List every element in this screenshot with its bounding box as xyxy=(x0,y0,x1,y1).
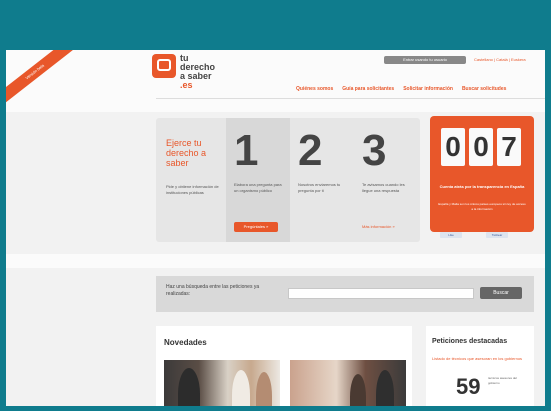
featured-requests: Peticiones destacadas Listado de técnico… xyxy=(426,326,534,406)
search-label: Haz una búsqueda entre las peticiones ya… xyxy=(166,284,260,297)
step-3: 3 Te avisamos cuando les llegue una resp… xyxy=(354,118,418,242)
featured-title: Peticiones destacadas xyxy=(432,338,508,345)
section-divider xyxy=(6,254,545,268)
step-1: 1 Elabora una pregunta para un organismo… xyxy=(226,118,290,242)
steps-title: Ejerce tu derecho a saber xyxy=(166,138,207,168)
countdown-digit: 7 xyxy=(497,128,521,166)
step-description: Te avisamos cuando les llegue una respue… xyxy=(362,182,405,193)
step-number: 1 xyxy=(234,126,259,175)
news-image[interactable] xyxy=(164,360,280,406)
main-nav: Quiénes somos Guía para solicitantes Sol… xyxy=(296,86,506,92)
countdown-subtext: España y Malta son los únicos países eur… xyxy=(438,202,526,211)
steps-panel: Ejerce tu derecho a saber Pide y obtiene… xyxy=(156,118,420,242)
featured-request-link[interactable]: Listado de técnicos que asesoran en los … xyxy=(432,356,528,362)
step-number: 2 xyxy=(298,126,323,175)
countdown-digit: 0 xyxy=(441,128,465,166)
steps-intro: Ejerce tu derecho a saber Pide y obtiene… xyxy=(166,138,220,196)
page-viewport: Versión beta tu derecho a saber .es Entr… xyxy=(6,50,545,406)
featured-count-label: técnicos asesores del gobierno xyxy=(488,376,517,385)
nav-item-request[interactable]: Solicitar información xyxy=(403,86,453,92)
login-button[interactable]: Entrar usando tu usuario xyxy=(384,56,466,64)
search-button[interactable]: Buscar xyxy=(480,287,522,299)
ask-button[interactable]: Pregúntales » xyxy=(234,222,278,232)
more-info-link[interactable]: Más información » xyxy=(362,222,395,232)
countdown-widget: 0 0 7 Cuenta atrás por la transparencia … xyxy=(430,116,534,232)
steps-intro-text: Pide y obtiene información de institucio… xyxy=(166,184,219,195)
language-links[interactable]: Castellano | Català | Euskera xyxy=(474,56,526,64)
beta-ribbon: Versión beta xyxy=(6,50,83,111)
facebook-like-button[interactable]: Like xyxy=(440,232,462,238)
window-top-bar xyxy=(0,0,551,50)
search-bar: Haz una búsqueda entre las peticiones ya… xyxy=(156,276,534,312)
site-header: Versión beta tu derecho a saber .es Entr… xyxy=(6,50,545,112)
news-image[interactable] xyxy=(290,360,406,406)
news-title: Novedades xyxy=(164,338,207,347)
countdown-label: Cuenta atrás por la transparencia en Esp… xyxy=(439,184,525,189)
nav-item-about[interactable]: Quiénes somos xyxy=(296,86,333,92)
logo-icon[interactable] xyxy=(152,54,176,78)
site-logo-text[interactable]: tu derecho a saber .es xyxy=(180,54,240,90)
step-description: Elabora una pregunta para un organismo p… xyxy=(234,182,282,193)
step-number: 3 xyxy=(362,126,387,175)
nav-item-search[interactable]: Buscar solicitudes xyxy=(462,86,506,92)
share-buttons: Like Twittear xyxy=(440,232,508,238)
countdown-digits: 0 0 7 xyxy=(441,128,521,166)
search-input[interactable] xyxy=(288,288,474,299)
nav-item-guide[interactable]: Guía para solicitantes xyxy=(342,86,394,92)
nav-divider xyxy=(156,98,545,99)
news-section: Novedades xyxy=(156,326,412,406)
tweet-button[interactable]: Twittear xyxy=(486,232,508,238)
step-2: 2 Nosotros enviaremos tu pregunta por ti xyxy=(290,118,354,242)
featured-count: 59 xyxy=(456,374,481,399)
logo-line: .es xyxy=(180,80,193,90)
countdown-digit: 0 xyxy=(469,128,493,166)
step-description: Nosotros enviaremos tu pregunta por ti xyxy=(298,182,341,193)
